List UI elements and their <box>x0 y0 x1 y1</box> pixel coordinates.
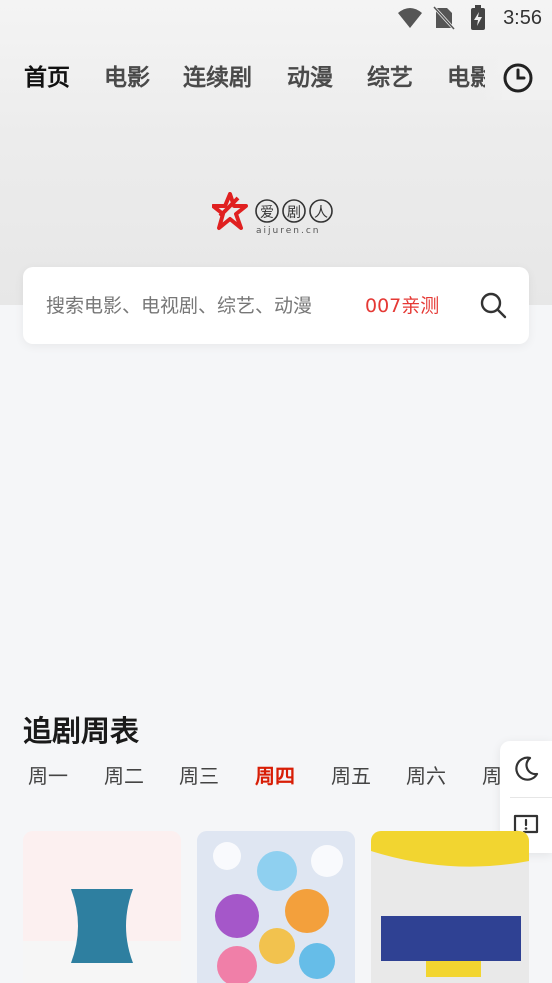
moon-icon <box>515 756 539 781</box>
search-bar[interactable]: 搜索电影、电视剧、综艺、动漫 007亲测 <box>23 267 529 344</box>
search-hint: 007亲测 <box>365 295 440 317</box>
poster-thumbnail <box>197 831 355 983</box>
schedule-title: 追剧周表 <box>23 714 140 748</box>
category-nav: 首页 电影 连续剧 动漫 综艺 电影 <box>0 56 552 100</box>
show-card[interactable] <box>197 831 355 983</box>
tab-monday[interactable]: 周一 <box>28 760 68 789</box>
theme-toggle-button[interactable] <box>500 741 552 796</box>
clock-icon <box>503 63 533 93</box>
svg-text:爱: 爱 <box>260 205 274 221</box>
battery-charging-icon <box>465 5 491 31</box>
tab-sunday[interactable]: 周日 <box>482 760 500 796</box>
tab-friday[interactable]: 周五 <box>331 760 371 789</box>
tab-wednesday[interactable]: 周三 <box>179 760 219 789</box>
wifi-icon <box>397 5 423 31</box>
tab-movie[interactable]: 电影 <box>104 60 150 96</box>
tab-saturday[interactable]: 周六 <box>406 760 446 789</box>
tab-thursday[interactable]: 周四 <box>255 760 295 789</box>
status-bar: 3:56 <box>0 0 552 36</box>
svg-text:人: 人 <box>314 205 328 221</box>
tab-movie-2[interactable]: 电影 <box>447 60 485 96</box>
svg-text:剧: 剧 <box>287 205 301 221</box>
schedule-card-list <box>23 831 552 983</box>
svg-text:aijuren.cn: aijuren.cn <box>256 226 320 236</box>
tab-variety[interactable]: 综艺 <box>367 60 413 96</box>
history-button[interactable] <box>484 56 552 100</box>
tab-home[interactable]: 首页 <box>24 60 70 96</box>
star-logo-icon <box>211 192 248 230</box>
search-input[interactable]: 搜索电影、电视剧、综艺、动漫 <box>46 291 312 318</box>
poster-thumbnail <box>23 831 181 983</box>
weekday-tabs: 周一 周二 周三 周四 周五 周六 周日 <box>0 758 500 796</box>
site-logo: 爱 剧 人 aijuren.cn <box>211 192 342 236</box>
status-time: 3:56 <box>503 6 542 29</box>
show-card[interactable] <box>23 831 181 983</box>
tab-anime[interactable]: 动漫 <box>287 60 333 96</box>
tab-tuesday[interactable]: 周二 <box>104 760 144 789</box>
search-icon[interactable] <box>479 291 507 319</box>
tab-series[interactable]: 连续剧 <box>183 60 252 96</box>
header-background <box>0 0 552 305</box>
poster-thumbnail <box>371 831 529 983</box>
show-card[interactable] <box>371 831 529 983</box>
no-sim-icon <box>431 5 457 31</box>
